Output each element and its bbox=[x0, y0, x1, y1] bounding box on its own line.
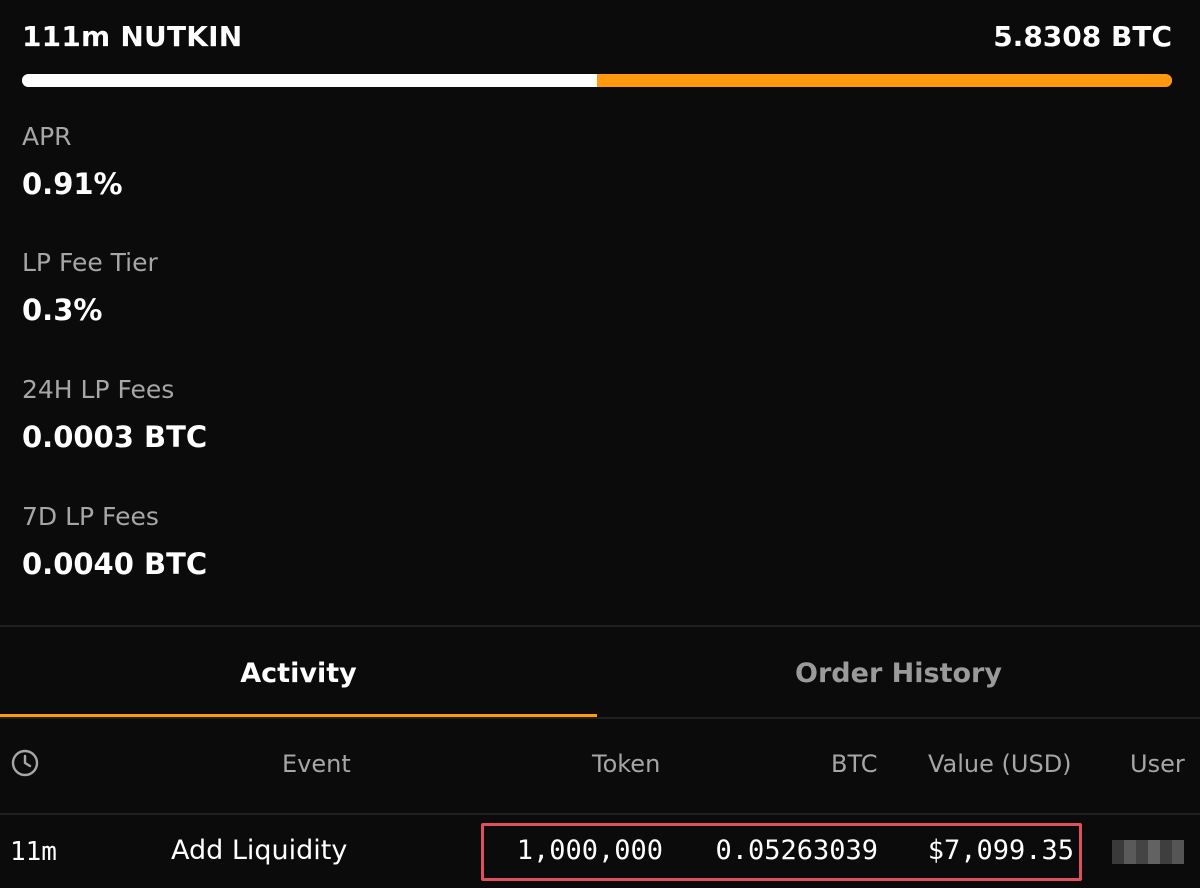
ratio-bar-btc-segment bbox=[597, 74, 1172, 87]
column-header-user: User bbox=[1130, 750, 1185, 778]
stat-apr-label: APR bbox=[22, 122, 72, 151]
stat-7d-fees-label: 7D LP Fees bbox=[22, 502, 159, 531]
pool-ratio-bar bbox=[22, 74, 1172, 87]
column-header-value-usd: Value (USD) bbox=[928, 750, 1072, 778]
row-btc-amount: 0.05263039 bbox=[715, 835, 878, 866]
column-header-token: Token bbox=[592, 750, 661, 778]
pool-pair-name: 111m NUTKIN bbox=[22, 19, 243, 53]
stat-24h-fees-label: 24H LP Fees bbox=[22, 375, 175, 404]
pool-total-btc: 5.8308 BTC bbox=[993, 19, 1172, 53]
stat-fee-tier-label: LP Fee Tier bbox=[22, 248, 158, 277]
column-header-event: Event bbox=[282, 750, 351, 778]
clock-icon[interactable] bbox=[10, 748, 40, 784]
activity-table-header: Event Token BTC Value (USD) User bbox=[0, 740, 1200, 792]
stat-24h-fees-value: 0.0003 BTC bbox=[22, 420, 208, 454]
tab-order-history[interactable]: Order History bbox=[597, 627, 1200, 719]
stat-7d-fees: 7D LP Fees 0.0040 BTC bbox=[22, 502, 207, 581]
pixelated-avatar-icon[interactable] bbox=[1112, 840, 1184, 864]
row-token-amount: 1,000,000 bbox=[516, 835, 663, 866]
stat-apr: APR 0.91% bbox=[22, 122, 123, 201]
column-header-btc: BTC bbox=[831, 750, 878, 778]
stat-24h-fees: 24H LP Fees 0.0003 BTC bbox=[22, 375, 207, 454]
ratio-bar-token-segment bbox=[22, 74, 597, 87]
tabs-divider bbox=[0, 717, 1200, 719]
stat-fee-tier-value: 0.3% bbox=[22, 293, 103, 327]
stat-7d-fees-value: 0.0040 BTC bbox=[22, 547, 208, 581]
stat-apr-value: 0.91% bbox=[22, 167, 123, 201]
row-time: 11m bbox=[10, 837, 57, 867]
activity-tabs: Activity Order History bbox=[0, 627, 1200, 719]
row-value-usd: $7,099.35 bbox=[927, 835, 1074, 866]
tab-activity[interactable]: Activity bbox=[0, 627, 597, 719]
table-row[interactable]: 11m Add Liquidity 1,000,000 0.05263039 $… bbox=[0, 815, 1200, 888]
pool-detail-page: 111m NUTKIN 5.8308 BTC APR 0.91% LP Fee … bbox=[0, 0, 1200, 888]
stat-fee-tier: LP Fee Tier 0.3% bbox=[22, 248, 158, 327]
row-event: Add Liquidity bbox=[171, 835, 348, 866]
pool-header: 111m NUTKIN 5.8308 BTC bbox=[22, 16, 1172, 56]
